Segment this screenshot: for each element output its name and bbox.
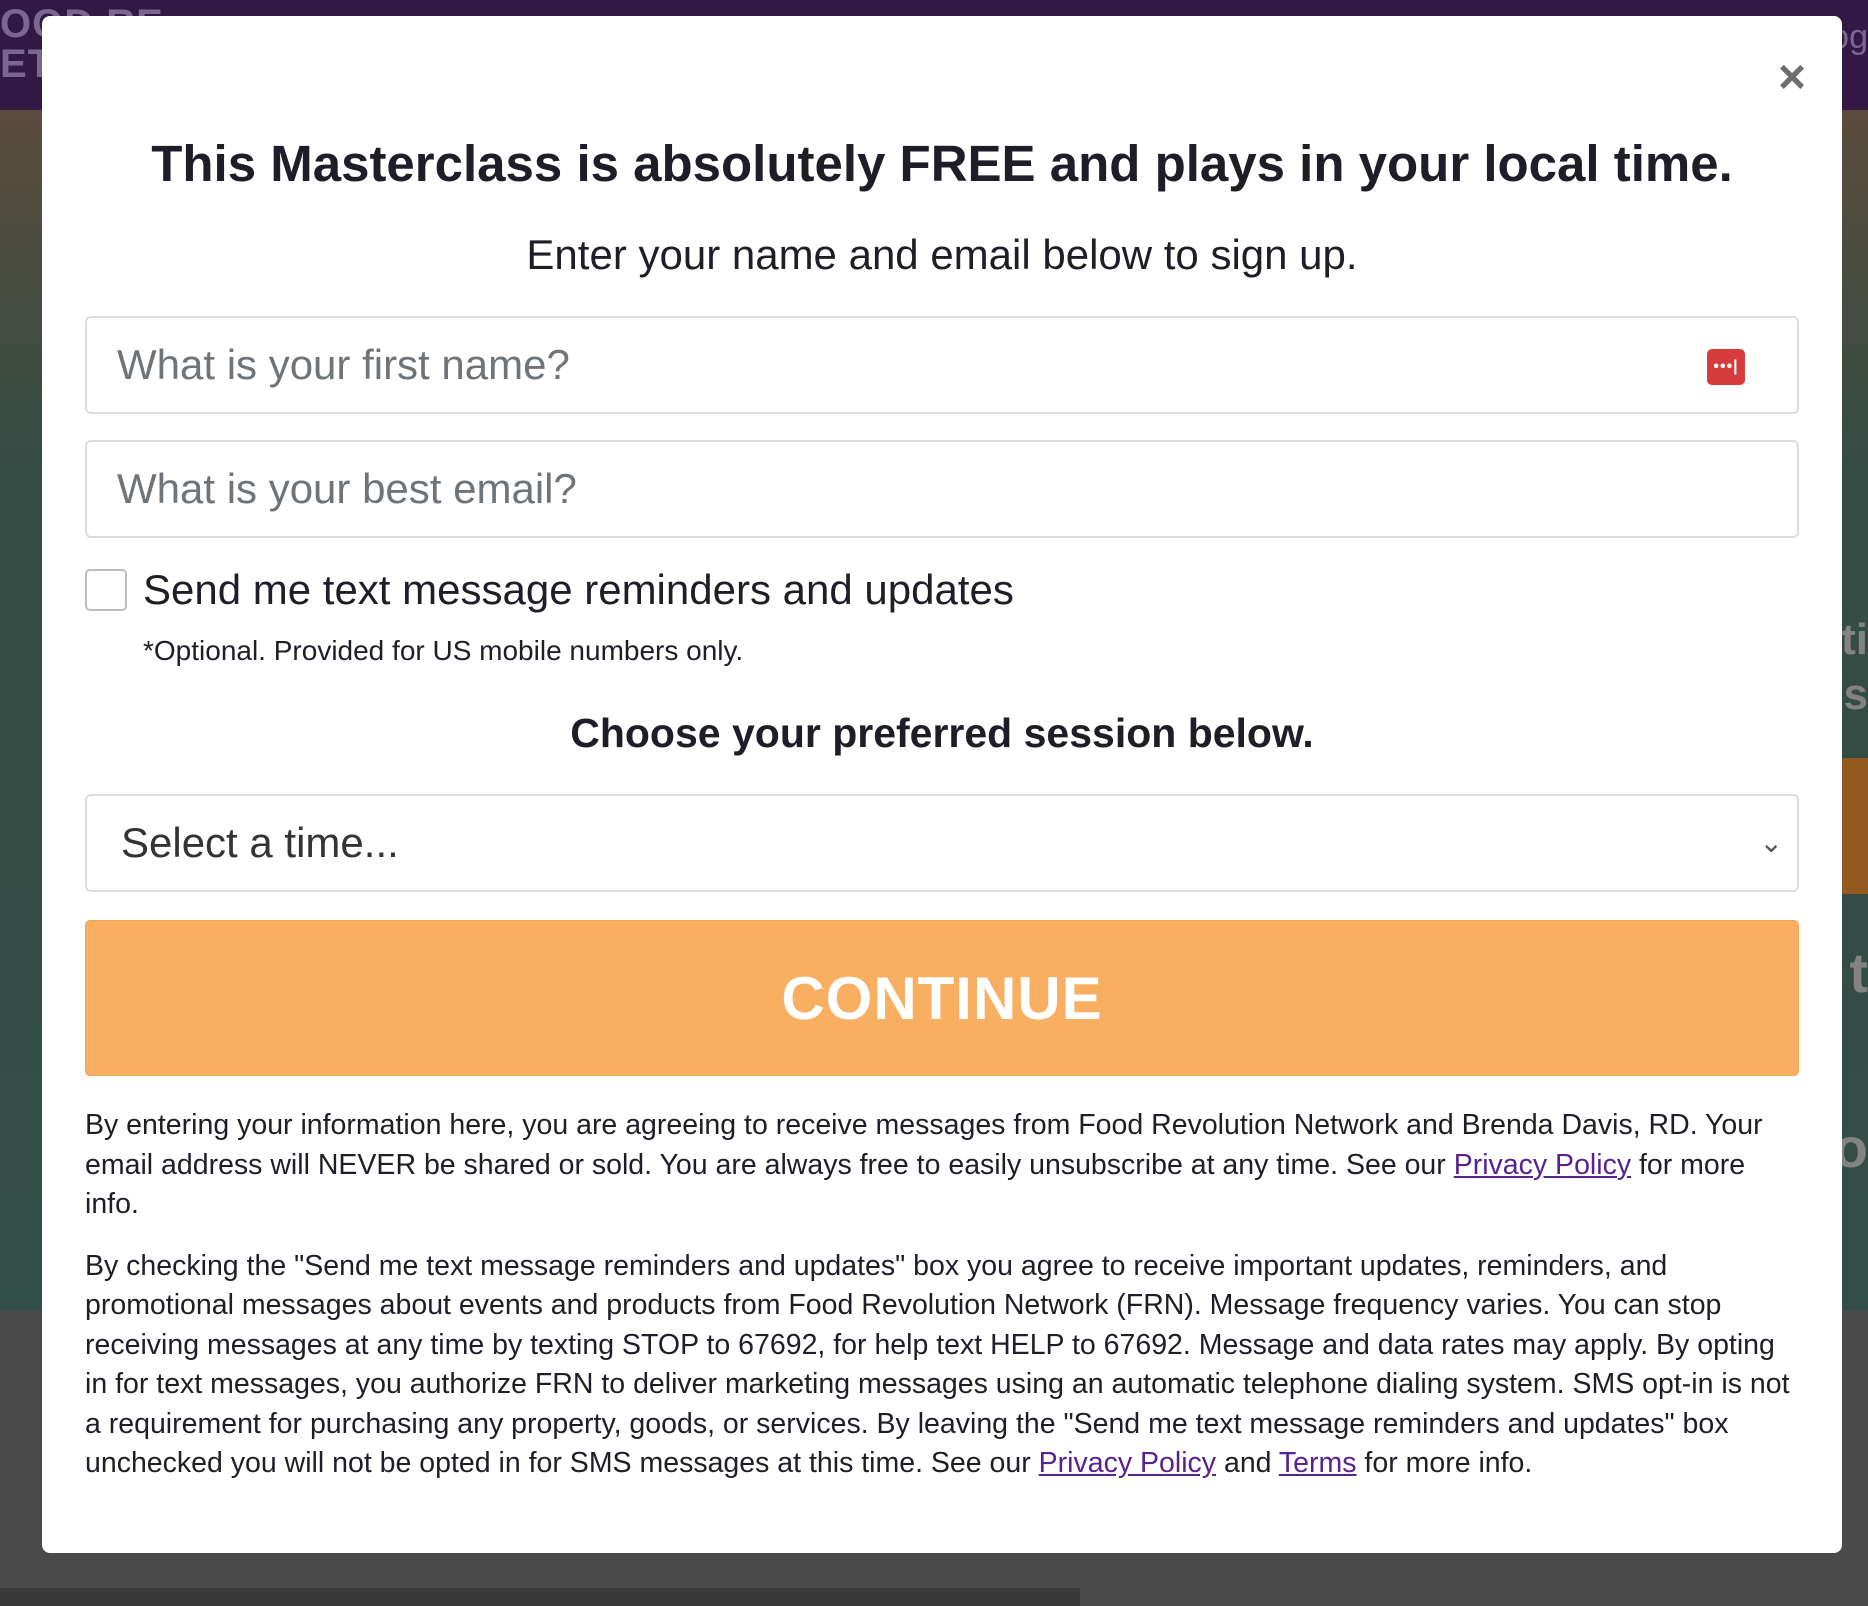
email-consent-text: By entering your information here, you a…	[85, 1106, 1799, 1225]
chevron-down-icon: ⌄	[1759, 827, 1783, 858]
continue-button[interactable]: CONTINUE	[85, 920, 1799, 1076]
close-icon[interactable]: ×	[1770, 54, 1814, 102]
modal-title: This Masterclass is absolutely FREE and …	[151, 135, 1733, 192]
sms-consent-text-middle: and	[1216, 1447, 1279, 1479]
sms-consent-text-before: By checking the "Send me text message re…	[85, 1249, 1790, 1480]
signup-modal: × This Masterclass is absolutely FREE an…	[42, 16, 1842, 1553]
session-heading: Choose your preferred session below.	[570, 710, 1314, 756]
terms-link[interactable]: Terms	[1279, 1447, 1357, 1479]
sms-consent-text-after: for more info.	[1356, 1447, 1533, 1479]
sms-consent-text: By checking the "Send me text message re…	[85, 1247, 1799, 1484]
first-name-input[interactable]	[115, 340, 1769, 390]
sms-checkbox[interactable]	[85, 569, 127, 611]
sms-note: *Optional. Provided for US mobile number…	[143, 635, 744, 666]
sms-opt-in-row: Send me text message reminders and updat…	[85, 564, 1799, 616]
session-select-value: Select a time...	[121, 819, 399, 866]
modal-subtitle: Enter your name and email below to sign …	[526, 231, 1358, 278]
first-name-field[interactable]: •••|	[85, 316, 1799, 414]
sms-checkbox-label[interactable]: Send me text message reminders and updat…	[143, 564, 1014, 616]
email-field[interactable]	[85, 440, 1799, 538]
privacy-policy-link[interactable]: Privacy Policy	[1039, 1447, 1216, 1479]
email-input[interactable]	[115, 464, 1769, 514]
privacy-policy-link[interactable]: Privacy Policy	[1454, 1149, 1631, 1181]
session-select[interactable]: Select a time... ⌄	[85, 794, 1799, 892]
password-manager-icon[interactable]: •••|	[1707, 349, 1745, 385]
